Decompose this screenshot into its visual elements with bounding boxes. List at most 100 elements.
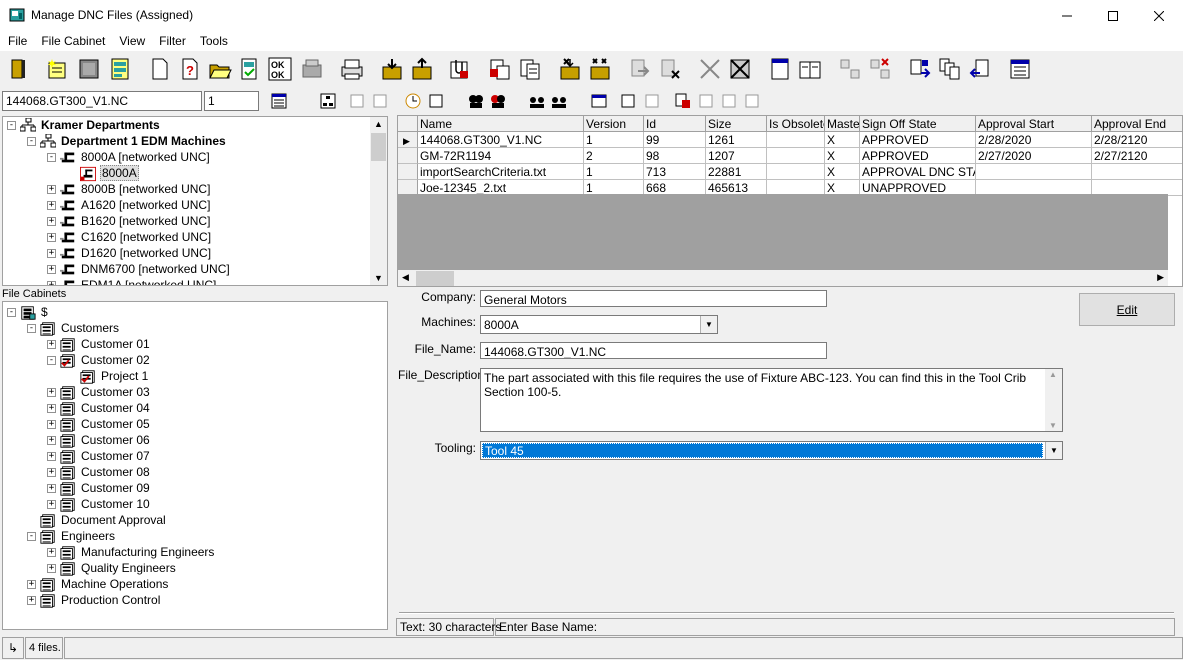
column-header[interactable]: Approval Start [976, 116, 1092, 132]
scroll-up-icon[interactable]: ▲ [374, 119, 383, 129]
machine-tree-node[interactable]: - 8000A [networked UNC] [47, 149, 211, 165]
user-group-button[interactable] [527, 91, 547, 111]
approve-button[interactable] [556, 55, 584, 83]
window-button[interactable] [589, 91, 609, 111]
filter-disabled-button[interactable] [696, 91, 716, 111]
cabinet-tree-node[interactable]: + Manufacturing Engineers [47, 544, 215, 560]
grid-cell[interactable]: 713 [644, 164, 706, 180]
menu-filter[interactable]: Filter [151, 34, 192, 48]
single-doc-button[interactable] [766, 55, 794, 83]
expand-icon[interactable]: + [47, 200, 56, 210]
grid-cell[interactable] [1092, 164, 1182, 180]
sheets-button[interactable] [106, 55, 134, 83]
machine-tree-node[interactable]: + A1620 [networked UNC] [47, 197, 211, 213]
paste-red-button[interactable] [486, 55, 514, 83]
transfer-multi-button[interactable] [936, 55, 964, 83]
expand-icon[interactable]: + [27, 595, 36, 605]
grid-cell[interactable]: X [825, 148, 860, 164]
send-x-button[interactable] [656, 55, 684, 83]
scroll-down-icon[interactable]: ▼ [374, 273, 383, 283]
grid-cell[interactable]: 144068.GT300_V1.NC [418, 132, 584, 148]
scroll-down-icon[interactable]: ▼ [1049, 421, 1057, 430]
column-header[interactable]: Master [825, 116, 860, 132]
row-header[interactable]: ▶ [398, 132, 418, 148]
grid-cell[interactable]: APPROVED [860, 132, 976, 148]
cabinet-tree-node[interactable]: + Customer 03 [47, 384, 151, 400]
scroll-up-icon[interactable]: ▲ [1049, 370, 1057, 379]
people-red-button[interactable] [488, 91, 508, 111]
machine-tree-node[interactable]: - Department 1 EDM Machines [27, 133, 227, 149]
cabinet-tree-node[interactable]: + Customer 07 [47, 448, 151, 464]
file-cabinets-tree[interactable]: - $ - Customers + Customer 01- Customer 02 Proj… [2, 301, 388, 630]
expand-icon[interactable]: + [47, 339, 56, 349]
new-star-button[interactable] [43, 55, 71, 83]
cabinet-tree-node[interactable]: + Customer 01 [47, 336, 151, 352]
column-header[interactable]: Is Obsolete [767, 116, 825, 132]
file-name-field[interactable]: 144068.GT300_V1.NC [480, 342, 827, 359]
stop-button[interactable] [75, 55, 103, 83]
attach-button[interactable] [446, 55, 474, 83]
row-header[interactable] [398, 164, 418, 180]
scroll-left-icon[interactable]: ◀ [402, 272, 409, 283]
column-header[interactable]: Size [706, 116, 767, 132]
grid-scroll-thumb[interactable] [416, 271, 454, 286]
expand-icon[interactable]: + [47, 451, 56, 461]
grid-cell[interactable]: 2 [584, 148, 644, 164]
check-doc-button[interactable] [236, 55, 264, 83]
paste-disabled-button[interactable] [742, 91, 762, 111]
hierarchy-button[interactable] [318, 91, 338, 111]
chevron-down-icon[interactable]: ▼ [700, 316, 717, 333]
help-doc-button[interactable]: ? [176, 55, 204, 83]
grid-cell[interactable]: 1261 [706, 132, 767, 148]
menu-view[interactable]: View [111, 34, 151, 48]
expand-icon[interactable]: + [47, 248, 56, 258]
collapse-icon[interactable]: - [27, 323, 36, 333]
people-button[interactable] [466, 91, 486, 111]
expand-icon[interactable]: + [47, 403, 56, 413]
layers-button[interactable] [426, 91, 446, 111]
cabinet-tree-node[interactable]: + Customer 04 [47, 400, 151, 416]
cabinet-tree-node[interactable]: + Customer 10 [47, 496, 151, 512]
collapse-icon[interactable]: - [27, 136, 36, 146]
machine-tree-node[interactable]: + EDM1A [networked UNC] [47, 277, 217, 285]
machine-tree-scrollbar[interactable]: ▲ ▼ [370, 117, 387, 285]
column-header[interactable]: Version [584, 116, 644, 132]
filter-red-button[interactable] [673, 91, 693, 111]
expand-icon[interactable]: + [27, 579, 36, 589]
machine-tree-node[interactable]: + B1620 [networked UNC] [47, 213, 211, 229]
menu-file[interactable]: File [0, 34, 33, 48]
edit-button[interactable]: Edit [1079, 293, 1175, 326]
grid-cell[interactable] [767, 164, 825, 180]
cabinet-tree-node[interactable]: - Customer 02 [47, 352, 151, 368]
cabinet-tree-node[interactable]: + Quality Engineers [47, 560, 177, 576]
expand-icon[interactable]: + [47, 387, 56, 397]
close-button[interactable] [1136, 0, 1182, 31]
expand-icon[interactable]: + [47, 467, 56, 477]
double-doc-button[interactable] [796, 55, 824, 83]
grid-cell[interactable]: 2/28/2120 [1092, 132, 1182, 148]
machine-tree[interactable]: - Kramer Departments - Department 1 EDM Mac… [2, 116, 388, 286]
list-view-button[interactable] [269, 91, 289, 111]
expand-icon[interactable]: + [47, 563, 56, 573]
machine-tree-node[interactable]: + C1620 [networked UNC] [47, 229, 212, 245]
expand-icon[interactable]: + [47, 483, 56, 493]
tile-button[interactable] [618, 91, 638, 111]
grid-cell[interactable]: GM-72R1194 [418, 148, 584, 164]
cabinet-tree-node[interactable]: + Customer 06 [47, 432, 151, 448]
copy-disabled-button[interactable] [719, 91, 739, 111]
maximize-button[interactable] [1090, 0, 1136, 31]
grid-cell[interactable]: 99 [644, 132, 706, 148]
files-grid[interactable]: NameVersionIdSizeIs ObsoleteMasterSign O… [397, 115, 1183, 287]
transfer-button[interactable] [906, 55, 934, 83]
machines-select[interactable]: 8000A ▼ [480, 315, 718, 334]
machine-tree-node[interactable]: - Kramer Departments [7, 117, 161, 133]
grid-cell[interactable]: 2/28/2020 [976, 132, 1092, 148]
cabinet-tree-node[interactable]: + Production Control [27, 592, 161, 608]
file-description-field[interactable]: The part associated with this file requi… [480, 368, 1063, 432]
grid-cell[interactable]: 22881 [706, 164, 767, 180]
cabinet-tree-node[interactable]: + Customer 09 [47, 480, 151, 496]
machine-tree-node[interactable]: + DNM6700 [networked UNC] [47, 261, 231, 277]
expand-icon[interactable]: + [47, 216, 56, 226]
column-header[interactable]: Approval End [1092, 116, 1182, 132]
grid-cell[interactable]: 1207 [706, 148, 767, 164]
